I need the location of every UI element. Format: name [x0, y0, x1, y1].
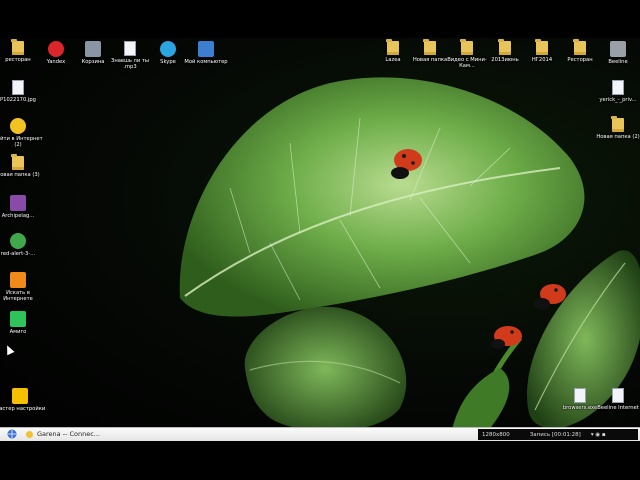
desktop-icon[interactable]: Новая папка (2): [592, 116, 640, 140]
archive-icon: [10, 195, 26, 211]
tray-icons: ▾ ◉ ▪: [590, 431, 606, 438]
desktop-icon[interactable]: yerick_-_priv...: [592, 80, 640, 103]
folder-icon: [611, 116, 624, 132]
start-button-icon[interactable]: [6, 429, 18, 439]
desktop-icon[interactable]: Искать в Интернете: [0, 272, 44, 302]
desktop-icon[interactable]: Амиго: [0, 311, 44, 335]
internet-icon: [10, 118, 26, 134]
folder-icon: [11, 154, 24, 170]
desktop-icon[interactable]: Beeline: [592, 41, 640, 65]
beeline-internet-icon: [612, 388, 624, 403]
wallpaper: [179, 77, 640, 440]
desktop-icon[interactable]: red-alert-3-...: [0, 233, 44, 257]
desktop-icon[interactable]: Новая папка (3): [0, 154, 44, 178]
desktop-icon-label: red-alert-3-...: [0, 251, 36, 257]
desktop-icon-label: Archipelag...: [1, 213, 35, 219]
desktop-icon-label: Новая папка (3): [0, 172, 40, 178]
desktop-icon[interactable]: Войти в Интернет (2): [0, 118, 44, 148]
desktop-icon-label: P1022170.jpg: [0, 97, 36, 103]
desktop-icon-label: Амиго: [9, 329, 27, 335]
wizard-icon: [12, 388, 28, 404]
desktop-icon[interactable]: P1022170.jpg: [0, 80, 44, 103]
recycle-bin-icon: [85, 41, 101, 57]
yandex-icon: [48, 41, 64, 57]
taskbar-item-garena[interactable]: Garena -- Connec...: [26, 429, 100, 439]
folder-icon: [535, 39, 548, 55]
search-web-icon: [10, 272, 26, 288]
utorrent-icon: [10, 233, 26, 249]
folder-icon: [460, 39, 473, 55]
skype-icon: [160, 41, 176, 57]
desktop-icon[interactable]: Мастер настройки: [0, 388, 46, 412]
beeline-icon: [610, 41, 626, 57]
resolution-indicator: 1280x800: [482, 431, 510, 438]
computer-icon: [198, 41, 214, 57]
taskbar-item-label: Garena -- Connec...: [37, 430, 101, 438]
taskbar: Garena -- Connec... 1280x800 Запись [00:…: [0, 427, 640, 441]
desktop-icon-label: Мастер настройки: [0, 406, 46, 412]
desktop-icon-label: Beeline: [608, 59, 628, 65]
folder-icon: [573, 39, 586, 55]
recording-status: Запись [00:01:28]: [529, 431, 581, 438]
folder-icon: [11, 39, 24, 55]
desktop-icon[interactable]: Мой компьютер: [180, 41, 232, 65]
document-icon: [612, 80, 624, 95]
garena-icon: [26, 430, 33, 438]
folder-icon: [386, 39, 399, 55]
desktop-icon-label: Мой компьютер: [184, 59, 228, 65]
folder-icon: [423, 39, 436, 55]
desktop-icon[interactable]: Beeline Internet: [592, 388, 640, 411]
desktop-icon-label: Войти в Интернет (2): [0, 136, 43, 148]
audio-file-icon: [124, 41, 136, 56]
desktop: [0, 38, 640, 440]
desktop-icon-label: yerick_-_priv...: [599, 97, 637, 103]
exe-icon: [574, 388, 586, 403]
image-file-icon: [12, 80, 24, 95]
system-tray: 1280x800 Запись [00:01:28] ▾ ◉ ▪: [478, 429, 638, 440]
desktop-icon-label: Новая папка (2): [596, 134, 640, 140]
desktop-icon-label: Beeline Internet: [597, 405, 639, 411]
folder-icon: [498, 39, 511, 55]
amigo-icon: [10, 311, 26, 327]
desktop-icon-label: Искать в Интернете: [3, 290, 33, 302]
desktop-icon[interactable]: Archipelag...: [0, 195, 44, 219]
